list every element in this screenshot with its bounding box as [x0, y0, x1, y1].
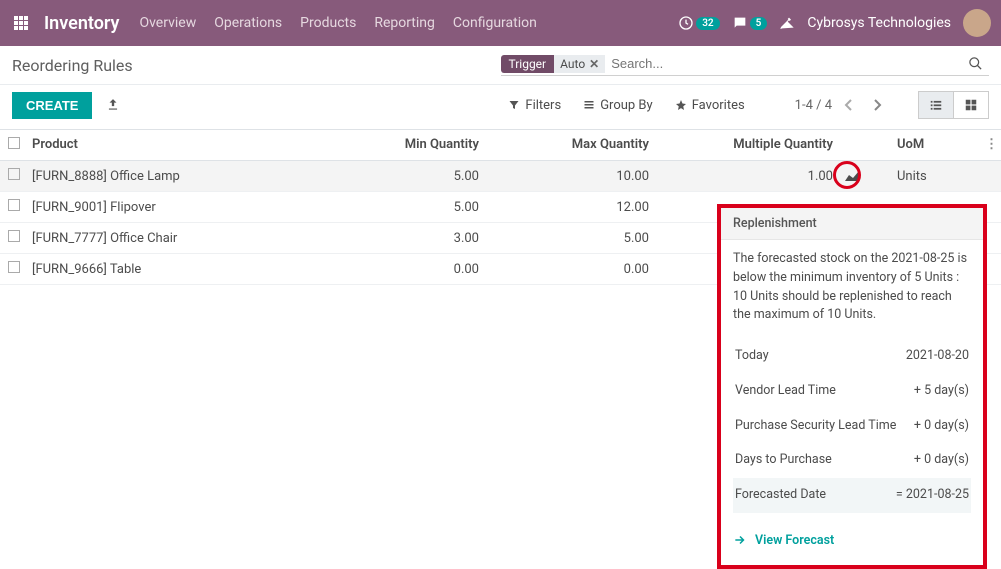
cell-uom[interactable]: Units	[867, 162, 977, 191]
cell-multiple[interactable]: 1.00	[657, 162, 867, 191]
cell-max[interactable]: 0.00	[487, 255, 657, 284]
info-value: = 2021-08-25	[896, 486, 969, 505]
replenishment-popover: Replenishment The forecasted stock on th…	[717, 204, 987, 569]
view-forecast-label: View Forecast	[755, 533, 834, 548]
groupby-button[interactable]: Group By	[583, 98, 653, 113]
cell-product[interactable]: [FURN_8888] Office Lamp	[24, 162, 347, 191]
export-button[interactable]	[102, 94, 124, 116]
nav-overview[interactable]: Overview	[139, 15, 196, 31]
cell-min[interactable]: 5.00	[347, 162, 487, 191]
control-panel-top: Reordering Rules Trigger Auto ✕	[0, 46, 1001, 85]
col-max[interactable]: Max Quantity	[487, 130, 657, 160]
search-facet-value: Auto ✕	[554, 55, 605, 73]
pager-text[interactable]: 1-4 / 4	[795, 98, 832, 113]
col-product[interactable]: Product	[24, 130, 347, 160]
info-value: + 5 day(s)	[914, 382, 969, 401]
nav-products[interactable]: Products	[300, 15, 356, 31]
favorites-button[interactable]: Favorites	[675, 98, 745, 113]
info-value: 2021-08-20	[906, 347, 969, 366]
nav-reporting[interactable]: Reporting	[374, 15, 435, 31]
messages-count: 5	[750, 17, 768, 30]
info-value: + 0 day(s)	[914, 417, 969, 436]
row-checkbox[interactable]	[0, 254, 24, 284]
pager-next[interactable]	[866, 94, 888, 116]
popover-info-row: Today 2021-08-20	[733, 339, 971, 374]
search-facet-remove[interactable]: ✕	[589, 57, 599, 71]
popover-info-row: Forecasted Date = 2021-08-25	[733, 478, 971, 513]
topbar: Inventory Overview Operations Products R…	[0, 0, 1001, 46]
popover-info-row: Days to Purchase + 0 day(s)	[733, 443, 971, 478]
view-list-button[interactable]	[918, 91, 953, 119]
col-optional-fields[interactable]: ⋮	[977, 130, 1001, 160]
filters-button[interactable]: Filters	[508, 98, 561, 113]
info-value: + 0 day(s)	[914, 451, 969, 470]
popover-info-row: Purchase Security Lead Time + 0 day(s)	[733, 409, 971, 444]
cell-product[interactable]: [FURN_9666] Table	[24, 255, 347, 284]
avatar[interactable]	[963, 9, 991, 37]
favorites-label: Favorites	[692, 98, 745, 113]
table-row[interactable]: [FURN_8888] Office Lamp5.0010.001.00 Uni…	[0, 161, 1001, 192]
info-label: Today	[735, 347, 769, 366]
cell-product[interactable]: [FURN_7777] Office Chair	[24, 224, 347, 253]
popover-description: The forecasted stock on the 2021-08-25 i…	[733, 250, 971, 325]
popover-info-row: Vendor Lead Time + 5 day(s)	[733, 374, 971, 409]
main-nav: Overview Operations Products Reporting C…	[139, 15, 536, 31]
app-brand[interactable]: Inventory	[32, 13, 139, 34]
search-facet-label: Trigger	[501, 55, 555, 73]
info-label: Purchase Security Lead Time	[735, 417, 896, 436]
cell-min[interactable]: 5.00	[347, 193, 487, 222]
create-button[interactable]: CREATE	[12, 92, 92, 119]
info-label: Days to Purchase	[735, 451, 832, 470]
table-header: Product Min Quantity Max Quantity Multip…	[0, 129, 1001, 161]
header-checkbox[interactable]	[0, 130, 24, 160]
cell-product[interactable]: [FURN_9001] Flipover	[24, 193, 347, 222]
row-checkbox[interactable]	[0, 192, 24, 222]
forecast-icon[interactable]	[843, 167, 861, 185]
col-min[interactable]: Min Quantity	[347, 130, 487, 160]
nav-operations[interactable]: Operations	[214, 15, 282, 31]
info-label: Forecasted Date	[735, 486, 826, 505]
col-uom[interactable]: UoM	[867, 130, 977, 160]
col-multiple[interactable]: Multiple Quantity	[657, 130, 867, 160]
view-kanban-button[interactable]	[953, 91, 989, 119]
row-checkbox[interactable]	[0, 223, 24, 253]
control-panel-bottom: CREATE Filters Group By Favorites 1-4 / …	[0, 85, 1001, 129]
search-input[interactable]	[605, 54, 962, 73]
row-checkbox[interactable]	[0, 161, 24, 191]
cell-min[interactable]: 3.00	[347, 224, 487, 253]
groupby-label: Group By	[600, 98, 653, 113]
activities-count: 32	[696, 17, 719, 30]
cell-spacer	[977, 169, 1001, 183]
pager-prev[interactable]	[838, 94, 860, 116]
pager: 1-4 / 4	[795, 94, 888, 116]
search-options: Filters Group By Favorites	[508, 98, 744, 113]
activities-button[interactable]: 32	[678, 15, 719, 31]
debug-icon[interactable]	[779, 15, 795, 31]
search-icon[interactable]	[962, 56, 989, 71]
info-label: Vendor Lead Time	[735, 382, 836, 401]
view-switcher	[918, 91, 989, 119]
popover-info-list: Today 2021-08-20 Vendor Lead Time + 5 day(s…	[733, 339, 971, 513]
filters-label: Filters	[525, 98, 561, 113]
cell-max[interactable]: 12.00	[487, 193, 657, 222]
search-bar[interactable]: Trigger Auto ✕	[501, 54, 990, 76]
cell-max[interactable]: 10.00	[487, 162, 657, 191]
arrow-right-icon	[733, 533, 747, 547]
breadcrumb: Reordering Rules	[12, 56, 501, 75]
view-forecast-link[interactable]: View Forecast	[733, 533, 834, 548]
messages-button[interactable]: 5	[732, 15, 768, 31]
search-facet-text: Auto	[560, 57, 585, 71]
cell-min[interactable]: 0.00	[347, 255, 487, 284]
cell-max[interactable]: 5.00	[487, 224, 657, 253]
topbar-right: 32 5 Cybrosys Technologies	[678, 9, 991, 37]
apps-icon[interactable]	[10, 16, 32, 30]
popover-title: Replenishment	[721, 208, 983, 240]
user-name[interactable]: Cybrosys Technologies	[807, 15, 951, 31]
nav-configuration[interactable]: Configuration	[453, 15, 537, 31]
